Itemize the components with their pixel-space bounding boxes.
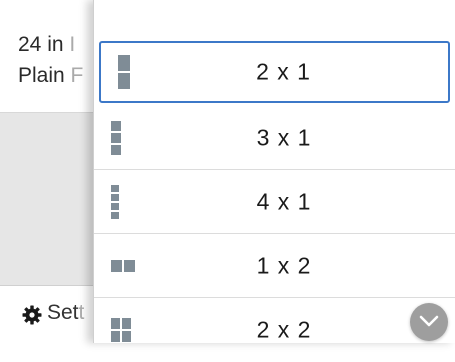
background-panel: 24 in I Plain F Sett xyxy=(0,0,100,344)
option-label: 4 x 1 xyxy=(256,188,312,214)
option-label: 1 x 2 xyxy=(256,252,312,278)
scroll-down-button[interactable] xyxy=(410,303,448,341)
media-info-area: 24 in I Plain F xyxy=(0,0,100,113)
option-4x1[interactable]: 4 x 1 xyxy=(94,170,455,234)
layout-dropdown-list[interactable]: 2 x 1 3 x 1 4 x 1 1 x 2 2 x 2 xyxy=(93,0,455,343)
option-label: 3 x 1 xyxy=(256,124,312,150)
chevron-down-icon xyxy=(419,315,439,327)
option-label: 2 x 1 xyxy=(256,58,311,85)
option-label: 2 x 2 xyxy=(256,316,312,343)
option-1x2[interactable]: 1 x 2 xyxy=(94,234,455,298)
background-content-area xyxy=(0,113,100,285)
paper-size-text: 24 in I xyxy=(18,33,76,56)
settings-button[interactable]: Sett xyxy=(0,285,100,344)
option-2x2[interactable]: 2 x 2 xyxy=(94,298,455,362)
option-2x1[interactable]: 2 x 1 xyxy=(99,41,450,103)
option-3x1[interactable]: 3 x 1 xyxy=(94,106,455,170)
paper-type-text: Plain F xyxy=(18,64,84,87)
gear-icon xyxy=(22,305,42,325)
settings-label: Sett xyxy=(47,301,85,324)
